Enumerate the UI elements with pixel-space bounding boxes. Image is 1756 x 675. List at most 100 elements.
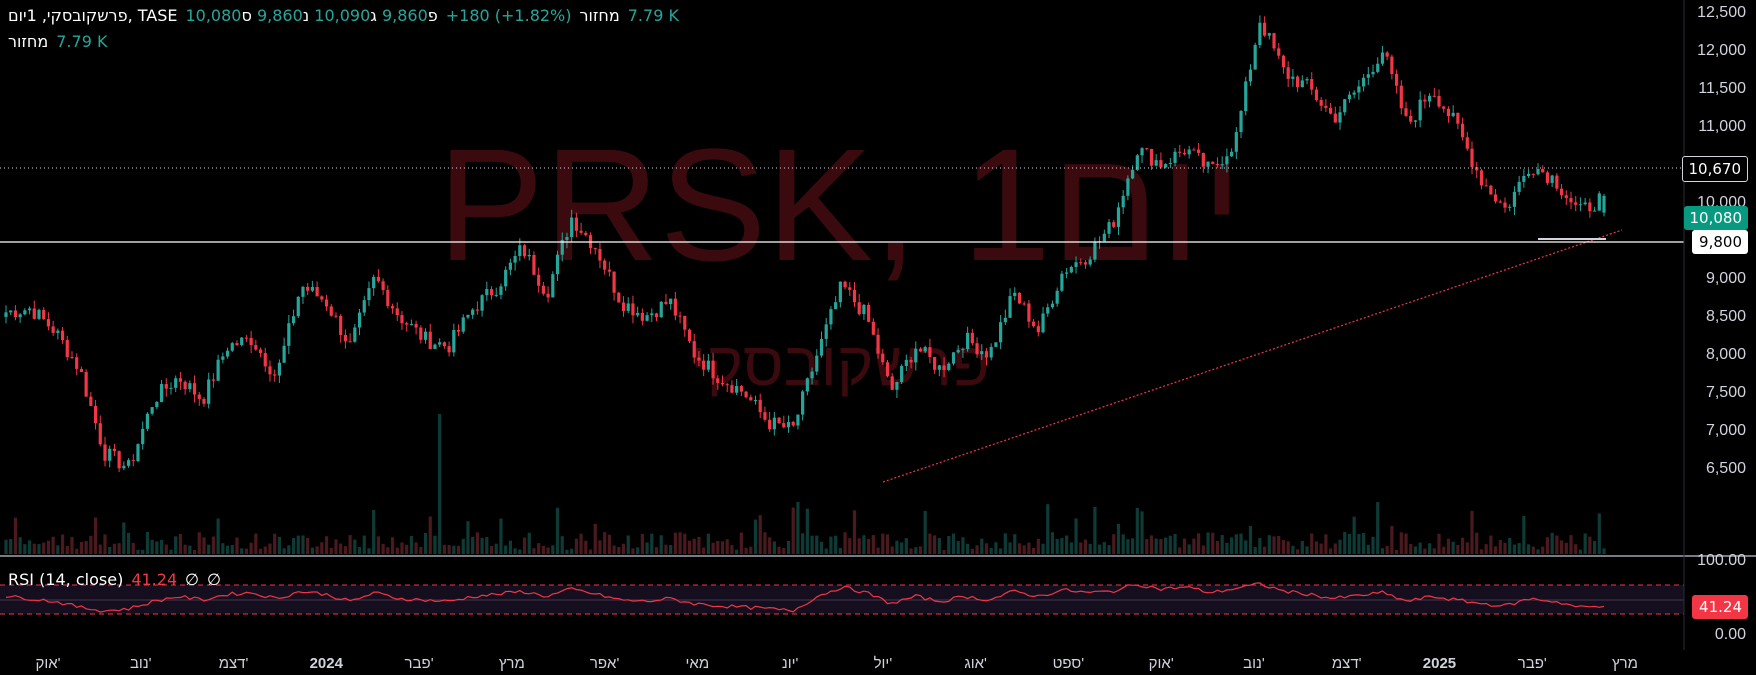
candle-body[interactable]: [475, 309, 479, 311]
candle-body[interactable]: [1460, 123, 1465, 138]
candle-body[interactable]: [122, 465, 126, 469]
candle-body[interactable]: [801, 391, 805, 415]
candle-body[interactable]: [1281, 55, 1286, 68]
candle-body[interactable]: [513, 256, 517, 263]
candle-body[interactable]: [1215, 163, 1220, 165]
candle-body[interactable]: [1187, 149, 1191, 155]
candle-body[interactable]: [504, 269, 508, 287]
candle-body[interactable]: [702, 360, 706, 370]
candle-body[interactable]: [881, 353, 885, 363]
candle-body[interactable]: [706, 360, 710, 370]
candle-body[interactable]: [1173, 151, 1177, 164]
candle-body[interactable]: [131, 460, 135, 462]
candle-body[interactable]: [386, 289, 390, 307]
candle-body[interactable]: [956, 350, 960, 353]
candle-body[interactable]: [871, 321, 875, 335]
candle-body[interactable]: [1112, 222, 1116, 227]
candle-body[interactable]: [273, 374, 277, 376]
candle-body[interactable]: [1220, 164, 1224, 166]
candle-body[interactable]: [716, 378, 720, 383]
candle-body[interactable]: [211, 379, 216, 381]
candle-body[interactable]: [159, 384, 164, 403]
candle-body[interactable]: [678, 315, 682, 317]
candle-body[interactable]: [1272, 33, 1276, 49]
candle-body[interactable]: [579, 230, 583, 233]
candle-body[interactable]: [207, 379, 211, 404]
candle-body[interactable]: [324, 299, 329, 307]
candle-body[interactable]: [730, 385, 734, 393]
candle-body[interactable]: [1121, 195, 1125, 208]
candle-body[interactable]: [848, 287, 852, 290]
candle-body[interactable]: [1503, 202, 1507, 208]
candle-body[interactable]: [636, 312, 640, 316]
candle-body[interactable]: [155, 402, 159, 408]
last-price-label[interactable]: 10,080: [1683, 206, 1748, 230]
candle-body[interactable]: [720, 382, 725, 385]
candle-body[interactable]: [1168, 163, 1172, 165]
candle-body[interactable]: [136, 444, 140, 462]
candle-body[interactable]: [489, 289, 494, 296]
candle-body[interactable]: [164, 384, 168, 389]
candle-body[interactable]: [1352, 92, 1356, 95]
candle-body[interactable]: [1126, 178, 1130, 196]
candle-body[interactable]: [1465, 137, 1469, 149]
candle-body[interactable]: [532, 254, 536, 275]
candle-body[interactable]: [1409, 115, 1413, 122]
candle-body[interactable]: [1295, 76, 1300, 88]
candle-body[interactable]: [1192, 149, 1196, 151]
candle-body[interactable]: [645, 315, 649, 321]
candle-body[interactable]: [984, 351, 989, 358]
candle-body[interactable]: [1013, 292, 1017, 297]
candle-body[interactable]: [617, 292, 621, 303]
candle-body[interactable]: [791, 421, 795, 426]
candle-body[interactable]: [56, 330, 60, 333]
candle-body[interactable]: [1116, 207, 1121, 227]
candle-body[interactable]: [1008, 296, 1012, 318]
candle-body[interactable]: [287, 323, 291, 346]
candle-body[interactable]: [1107, 222, 1111, 234]
candle-body[interactable]: [1182, 152, 1187, 155]
candle-body[interactable]: [4, 312, 8, 317]
candle-body[interactable]: [885, 362, 890, 377]
candle-body[interactable]: [555, 254, 560, 275]
candle-body[interactable]: [1046, 307, 1050, 314]
candle-body[interactable]: [1239, 111, 1243, 133]
candle-body[interactable]: [824, 324, 828, 339]
candle-body[interactable]: [1093, 242, 1097, 260]
candle-body[interactable]: [291, 316, 296, 324]
candle-body[interactable]: [753, 400, 758, 402]
candle-body[interactable]: [1531, 173, 1535, 175]
candle-body[interactable]: [334, 315, 338, 317]
candle-body[interactable]: [1197, 149, 1201, 153]
candle-body[interactable]: [1526, 173, 1531, 176]
level-price-label[interactable]: 9,800: [1692, 230, 1748, 254]
candle-body[interactable]: [1333, 113, 1337, 123]
candle-body[interactable]: [485, 289, 489, 296]
candle-body[interactable]: [1027, 303, 1031, 322]
candle-body[interactable]: [70, 356, 74, 358]
candle-body[interactable]: [1003, 317, 1007, 323]
candle-body[interactable]: [782, 423, 786, 428]
candle-body[interactable]: [900, 365, 904, 383]
candle-body[interactable]: [1564, 195, 1568, 199]
candle-body[interactable]: [1088, 259, 1092, 265]
candle-body[interactable]: [650, 313, 654, 316]
candle-body[interactable]: [395, 308, 399, 316]
candle-body[interactable]: [405, 323, 409, 325]
candle-body[interactable]: [852, 289, 857, 303]
candle-body[interactable]: [1248, 69, 1253, 82]
candle-body[interactable]: [669, 298, 673, 304]
candle-body[interactable]: [942, 365, 946, 370]
candle-body[interactable]: [1427, 95, 1432, 102]
candle-body[interactable]: [768, 419, 772, 430]
candle-body[interactable]: [1234, 132, 1238, 152]
candle-body[interactable]: [1512, 191, 1517, 207]
candle-body[interactable]: [1470, 148, 1474, 168]
candle-body[interactable]: [315, 286, 319, 297]
candle-body[interactable]: [1347, 94, 1352, 100]
candle-body[interactable]: [584, 232, 588, 236]
candle-body[interactable]: [829, 309, 833, 325]
candle-body[interactable]: [1159, 160, 1163, 168]
candle-body[interactable]: [970, 332, 974, 344]
candle-body[interactable]: [598, 249, 602, 261]
